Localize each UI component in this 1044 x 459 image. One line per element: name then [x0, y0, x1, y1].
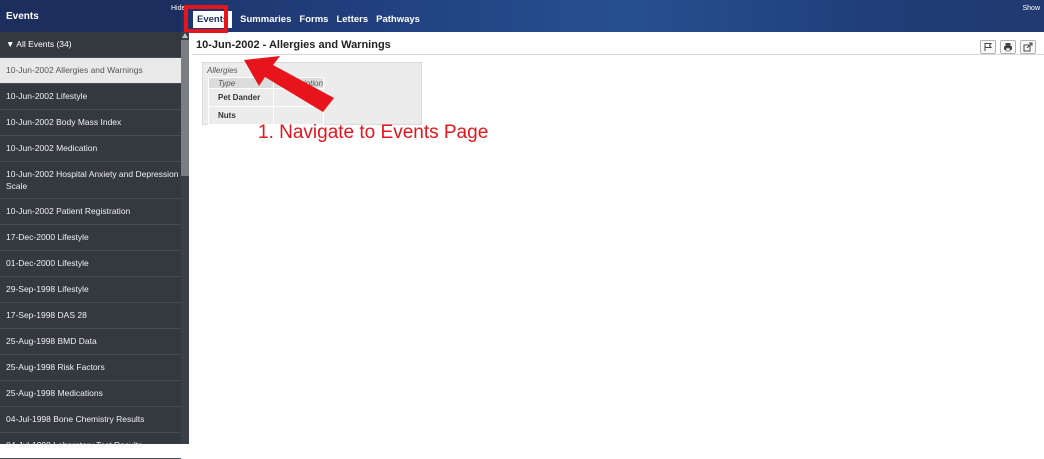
event-item[interactable]: 10-Jun-2002 Patient Registration	[0, 199, 181, 225]
event-item[interactable]: 10-Jun-2002 Medication	[0, 136, 181, 162]
flag-button[interactable]	[980, 40, 996, 54]
annotation-arrow-icon	[244, 56, 334, 112]
print-button[interactable]	[1000, 40, 1016, 54]
export-icon	[1023, 42, 1033, 52]
show-panel-link[interactable]: Show	[1022, 5, 1040, 12]
events-panel-title: Events	[6, 11, 39, 22]
all-events-group-toggle[interactable]: ▼ All Events (34)	[0, 32, 181, 58]
event-item[interactable]: 10-Jun-2002 Lifestyle	[0, 84, 181, 110]
tab-pathways[interactable]: Pathways	[376, 14, 420, 25]
export-button[interactable]	[1020, 40, 1036, 54]
event-item[interactable]: 29-Sep-1998 Lifestyle	[0, 277, 181, 303]
event-item[interactable]: 10-Jun-2002 Allergies and Warnings	[0, 58, 181, 84]
event-item[interactable]: 17-Sep-1998 DAS 28	[0, 303, 181, 329]
tab-letters[interactable]: Letters	[336, 14, 368, 25]
event-item[interactable]: 04-Jul-1998 Laboratory Test Results	[0, 433, 181, 459]
event-item[interactable]: 17-Dec-2000 Lifestyle	[0, 225, 181, 251]
event-item[interactable]: 01-Dec-2000 Lifestyle	[0, 251, 181, 277]
event-item[interactable]: 04-Jul-1998 Bone Chemistry Results	[0, 407, 181, 433]
events-panel-header: Events	[0, 0, 181, 32]
tab-summaries[interactable]: Summaries	[240, 14, 291, 25]
sidebar-scrollbar-thumb[interactable]	[181, 40, 189, 176]
event-item[interactable]: 25-Aug-1998 Risk Factors	[0, 355, 181, 381]
events-sidebar: ▼ All Events (34) 10-Jun-2002 Allergies …	[0, 32, 181, 459]
top-navigation-bar: Events Hide Events Summaries Forms Lette…	[0, 0, 1044, 32]
event-item[interactable]: 25-Aug-1998 BMD Data	[0, 329, 181, 355]
event-item[interactable]: 10-Jun-2002 Hospital Anxiety and Depress…	[0, 162, 181, 199]
events-tab-highlight-box	[184, 5, 228, 33]
scroll-up-arrow-icon[interactable]	[182, 33, 188, 38]
flag-icon	[984, 43, 992, 51]
event-item[interactable]: 10-Jun-2002 Body Mass Index	[0, 110, 181, 136]
print-icon	[1004, 43, 1012, 52]
annotation-text: 1. Navigate to Events Page	[258, 122, 489, 143]
event-item[interactable]: 25-Aug-1998 Medications	[0, 381, 181, 407]
tab-forms[interactable]: Forms	[299, 14, 328, 25]
